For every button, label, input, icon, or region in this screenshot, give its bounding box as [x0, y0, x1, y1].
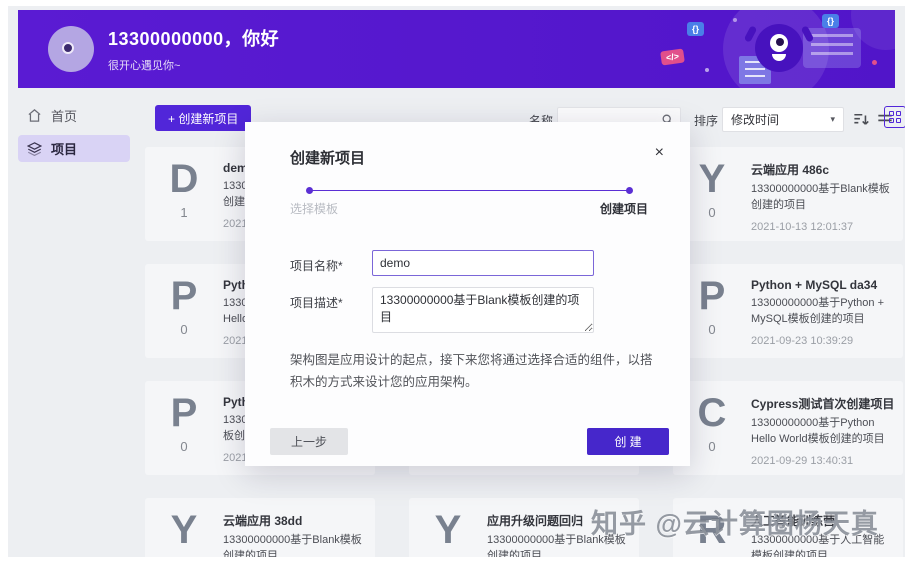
close-icon[interactable]: ×: [655, 144, 664, 162]
project-card-body: Python + MySQL da34 13300000000基于Python …: [751, 276, 895, 348]
project-initial: P: [698, 274, 726, 318]
project-name-label: 项目名称*: [290, 259, 343, 273]
project-title: Python + MySQL da34: [751, 278, 878, 292]
sort-label: 排序: [694, 114, 719, 128]
project-initial-block: P 0: [157, 393, 211, 465]
project-description: 13300000000基于Python Hello World模板创建的项目: [751, 417, 885, 445]
project-card[interactable]: C 0 Cypress测试首次创建项目引导 13300000000基于Pytho…: [673, 381, 903, 475]
mascot-icon: [743, 24, 815, 72]
app-window: 13300000000，你好 很开心遇见你~ {} {} </> 首页 项目 +…: [8, 6, 905, 557]
deco-dot: [733, 18, 737, 22]
home-icon: [28, 109, 41, 122]
greeting-subtitle: 很开心遇见你~: [108, 60, 181, 72]
project-timestamp: 2021-10-13 12:01:37: [751, 220, 854, 233]
project-count: 0: [708, 439, 716, 454]
project-timestamp: 2021-09-23 10:39:29: [751, 334, 854, 347]
welcome-banner: 13300000000，你好 很开心遇见你~ {} {} </>: [18, 10, 895, 88]
banner-illustration: {} {} </>: [645, 10, 895, 88]
sidebar-item-home[interactable]: 首页: [18, 102, 130, 129]
project-desc-textarea[interactable]: 13300000000基于Blank模板创建的项目: [372, 287, 594, 333]
user-avatar[interactable]: [48, 26, 94, 72]
step-create-project: 创建项目: [600, 202, 649, 216]
sort-select[interactable]: 修改时间 ▾: [722, 107, 844, 132]
project-initial-block: Y: [421, 510, 475, 557]
sort-select-value: 修改时间: [731, 113, 780, 127]
layers-icon: [27, 142, 42, 156]
project-initial-block: Y: [157, 510, 211, 557]
sidebar-item-label: 首页: [51, 109, 78, 124]
project-initial-block: D 1: [157, 159, 211, 231]
code-chip-icon: </>: [660, 48, 685, 66]
project-count: 0: [180, 322, 188, 337]
previous-step-button[interactable]: 上一步: [270, 428, 348, 455]
project-card-body: Cypress测试首次创建项目引导 13300000000基于Python He…: [751, 393, 895, 467]
project-card-body: 云端应用 38dd 13300000000基于Blank模板创建的项目: [223, 510, 367, 557]
project-initial-block: P 0: [685, 276, 739, 348]
create-project-button[interactable]: + 创建新项目: [155, 105, 252, 131]
modal-note: 架构图是应用设计的起点，接下来您将通过选择合适的组件，以搭积木的方式来设计您的应…: [290, 353, 653, 389]
project-initial: C: [697, 391, 727, 435]
sidebar-item-projects[interactable]: 项目: [18, 135, 130, 162]
sidebar: 首页 项目: [18, 102, 130, 168]
braces-chip-icon: {}: [687, 22, 705, 36]
project-description: 13300000000基于Blank模板创建的项目: [751, 183, 890, 211]
project-count: 0: [180, 439, 188, 454]
create-project-modal: 创建新项目 × 选择模板 创建项目 项目名称* 项目描述* 1330000000…: [245, 122, 690, 466]
project-title: 云端应用 486c: [751, 163, 830, 177]
braces-chip-icon-2: {}: [821, 14, 839, 28]
project-initial-block: Y 0: [685, 159, 739, 231]
project-title: Cypress测试首次创建项目引导: [751, 397, 895, 411]
project-name-input[interactable]: [372, 250, 594, 276]
project-card[interactable]: Y 0 云端应用 486c 13300000000基于Blank模板创建的项目 …: [673, 147, 903, 241]
project-initial: Y: [698, 157, 726, 201]
screenshot-stage: 13300000000，你好 很开心遇见你~ {} {} </> 首页 项目 +…: [0, 0, 913, 563]
sidebar-item-label: 项目: [51, 142, 78, 157]
stepper-dot-2: [626, 187, 633, 194]
project-timestamp: 2021-09-29 13:40:31: [751, 454, 854, 467]
sort-descending-icon[interactable]: [852, 110, 871, 129]
project-initial: Y: [434, 508, 462, 552]
project-initial: Y: [170, 508, 198, 552]
project-initial: P: [170, 391, 198, 435]
project-count: 1: [180, 205, 188, 220]
stepper-dot-1: [306, 187, 313, 194]
project-description: 13300000000基于Blank模板创建的项目: [223, 534, 362, 557]
step-choose-template: 选择模板: [290, 202, 339, 216]
modal-title: 创建新项目: [290, 150, 366, 167]
project-card[interactable]: P 0 Python + MySQL da34 13300000000基于Pyt…: [673, 264, 903, 358]
stepper-line: [310, 190, 629, 191]
project-initial-block: P 0: [157, 276, 211, 348]
project-card[interactable]: Y 云端应用 38dd 13300000000基于Blank模板创建的项目: [145, 498, 375, 557]
watermark-text: 知乎 @云计算圈杨天真: [591, 509, 879, 539]
project-title: 云端应用 38dd: [223, 514, 303, 528]
project-initial-block: C 0: [685, 393, 739, 465]
banner-texts: 13300000000，你好 很开心遇见你~: [108, 25, 279, 73]
avatar-eye-icon: [62, 42, 74, 54]
deco-dot: [705, 68, 709, 72]
project-count: 0: [708, 322, 716, 337]
project-initial: D: [169, 157, 199, 201]
greeting-title: 13300000000，你好: [108, 29, 280, 49]
project-card-body: 云端应用 486c 13300000000基于Blank模板创建的项目 2021…: [751, 159, 895, 233]
project-description: 13300000000基于Python + MySQL模板创建的项目: [751, 297, 885, 325]
confirm-create-button[interactable]: 创 建: [587, 428, 669, 455]
project-desc-label: 项目描述*: [290, 296, 343, 310]
deco-dot: [872, 60, 877, 65]
project-initial: P: [170, 274, 198, 318]
project-count: 0: [708, 205, 716, 220]
grid-view-icon[interactable]: [884, 106, 905, 128]
chevron-down-icon: ▾: [830, 114, 835, 124]
